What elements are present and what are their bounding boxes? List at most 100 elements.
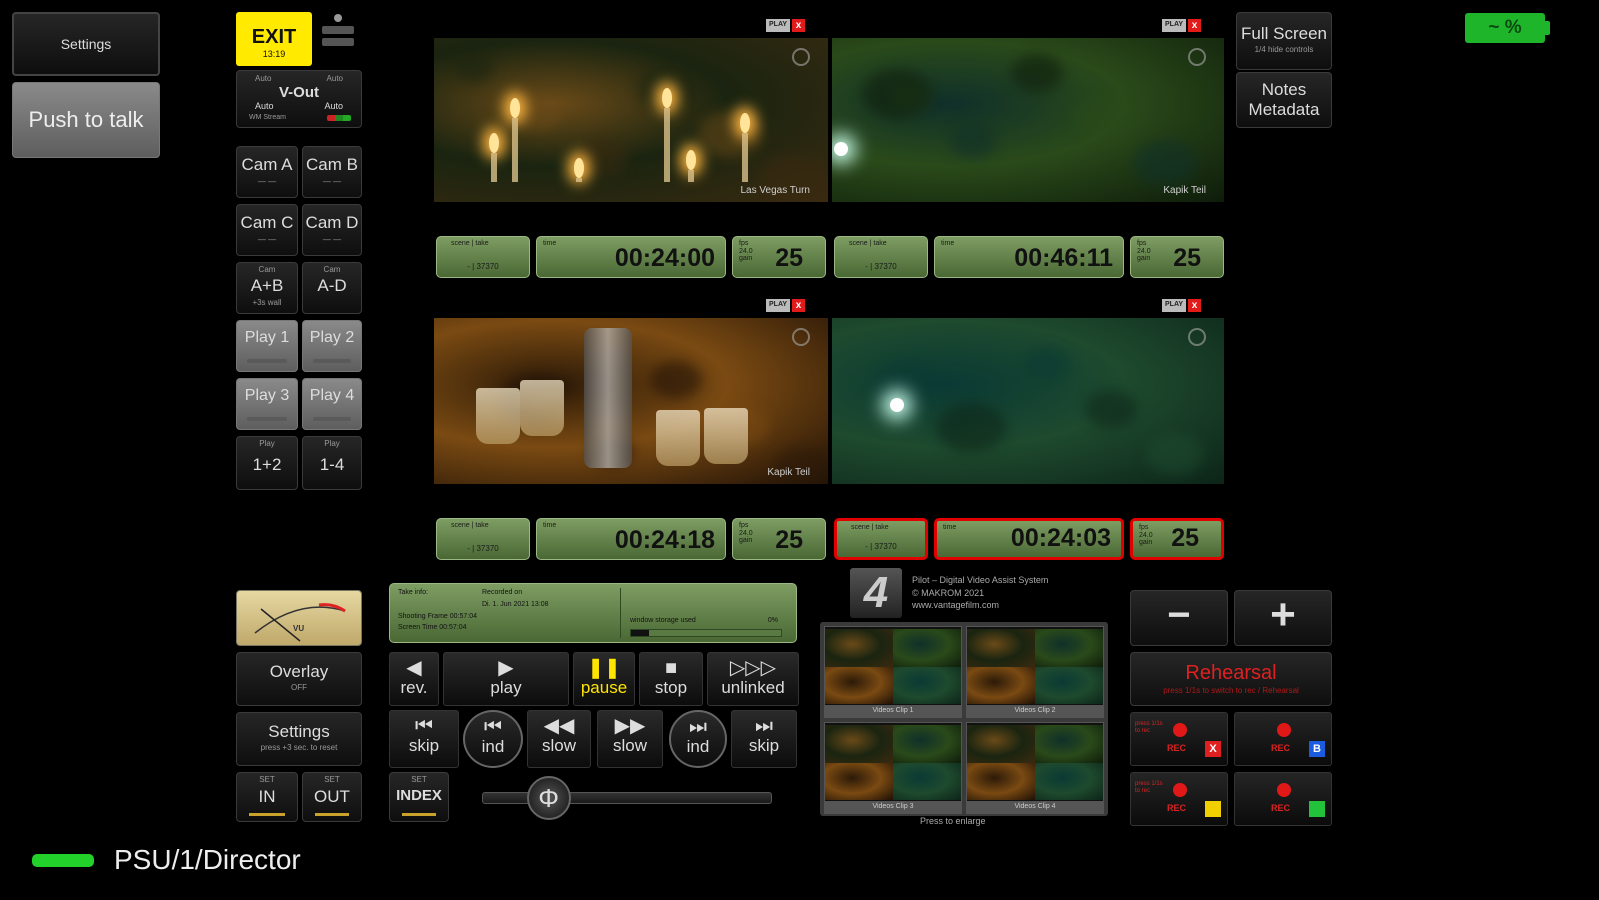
timecode-box[interactable]: time 00:24:18	[536, 518, 726, 560]
take-info-divider	[620, 588, 621, 638]
scrub-track[interactable]	[482, 792, 772, 804]
pause-button[interactable]: ❚❚ pause	[573, 652, 635, 706]
skip-back-button[interactable]: ⏮ skip	[389, 710, 459, 768]
stop-button[interactable]: ■ stop	[639, 652, 703, 706]
scene-take-box[interactable]: scene | take - | 37370	[436, 236, 530, 278]
play-2-button[interactable]: Play 2	[302, 320, 362, 372]
play-4-button[interactable]: Play 4	[302, 378, 362, 430]
v-out-button[interactable]: Auto Auto V-Out Auto Auto WM Stream	[236, 70, 362, 128]
video-play-tag[interactable]: PLAY	[766, 19, 791, 32]
settings-dot-icon	[334, 14, 342, 22]
scrub-knob[interactable]: Φ	[526, 776, 571, 820]
small-control-stack[interactable]	[316, 14, 360, 66]
lower-settings-button[interactable]: Settings press +3 sec. to reset	[236, 712, 362, 766]
skip-forward-button[interactable]: ⏭ skip	[731, 710, 797, 768]
video-feed-2[interactable]: Kapik Teil	[832, 38, 1224, 202]
timecode-box[interactable]: time 00:24:00	[536, 236, 726, 278]
video-feed-4[interactable]	[832, 318, 1224, 484]
storage-bar-fill	[631, 630, 649, 636]
fps-box[interactable]: fps 24.0 gain 25	[1130, 518, 1224, 560]
fps-box[interactable]: fps 24.0 gain 25	[732, 518, 826, 560]
rev-button[interactable]: ◀ rev.	[389, 652, 439, 706]
video-texture	[1146, 433, 1204, 475]
unlinked-icon: ▷▷▷	[729, 657, 777, 679]
close-icon[interactable]: x	[1188, 299, 1202, 312]
timecode-box[interactable]: time 00:24:03	[934, 518, 1124, 560]
cam-button-1[interactable]: Cam A — —	[236, 146, 298, 198]
candle-flame-icon	[489, 133, 499, 153]
video-play-tag[interactable]: PLAY	[766, 299, 791, 312]
zoom-in-button[interactable]: +	[1234, 590, 1332, 646]
index-button[interactable]: SET INDEX	[389, 772, 449, 822]
thumbnail-quadrant	[1035, 666, 1103, 705]
play-combo-button-1[interactable]: Play 1+2	[236, 436, 298, 490]
scene-take-box[interactable]: scene | take - | 37370	[834, 518, 928, 560]
full-screen-button[interactable]: Full Screen 1/4 hide controls	[1236, 12, 1332, 70]
thumbnail-quadrant	[893, 628, 961, 667]
video-feed-1[interactable]: Las Vegas Turn	[434, 38, 828, 202]
video-toolbar: PLAY x	[1162, 299, 1202, 312]
play-button-underline	[247, 417, 287, 421]
video-settings-icon[interactable]	[1188, 48, 1206, 66]
take-info-panel: Take info: Recorded on Di. 1. Jun 2021 1…	[389, 583, 797, 643]
exit-button[interactable]: EXIT 13:19	[236, 12, 312, 66]
play-button[interactable]: ▶ play	[443, 652, 569, 706]
video-play-tag[interactable]: PLAY	[1162, 19, 1187, 32]
cam-button-4[interactable]: Cam D — —	[302, 204, 362, 256]
record-button-1[interactable]: REC press 1/1s to rec X	[1130, 712, 1228, 766]
video-settings-icon[interactable]	[792, 48, 810, 66]
play-combo-button-2[interactable]: Play 1-4	[302, 436, 362, 490]
cam-button-5[interactable]: Cam A+B +3s wall	[236, 262, 298, 314]
index-forward-button[interactable]: ⏭ ind	[669, 710, 727, 768]
fps-box[interactable]: fps 24.0 gain 25	[1130, 236, 1224, 278]
cam-button-2[interactable]: Cam B — —	[302, 146, 362, 198]
candle-body	[512, 118, 518, 182]
close-icon[interactable]: x	[792, 299, 806, 312]
candle-flame-icon	[686, 150, 696, 170]
clip-thumbnail[interactable]: Videos Clip 3	[824, 722, 962, 814]
clip-thumbnail[interactable]: Videos Clip 2	[966, 626, 1104, 718]
fps-box[interactable]: fps 24.0 gain 25	[732, 236, 826, 278]
record-dot-icon	[1277, 783, 1291, 797]
glass-icon	[476, 388, 520, 444]
play-3-button[interactable]: Play 3	[236, 378, 298, 430]
cam-button-3[interactable]: Cam C — —	[236, 204, 298, 256]
out-button[interactable]: SET OUT	[302, 772, 362, 822]
thumbnail-quadrant	[825, 628, 893, 667]
slow-back-button[interactable]: ◀◀ slow	[527, 710, 591, 768]
notes-metadata-button[interactable]: Notes Metadata	[1236, 72, 1332, 128]
clip-thumbnail[interactable]: Videos Clip 4	[966, 722, 1104, 814]
video-texture	[576, 139, 628, 177]
play-1-button[interactable]: Play 1	[236, 320, 298, 372]
settings-button[interactable]: Settings	[12, 12, 160, 76]
thumbnail-quadrant	[893, 666, 961, 705]
thumbnail-quadrant	[1035, 724, 1103, 763]
unlinked-button[interactable]: ▷▷▷ unlinked	[707, 652, 799, 706]
record-button-4[interactable]: REC	[1234, 772, 1332, 826]
close-icon[interactable]: x	[1188, 19, 1202, 32]
record-button-2[interactable]: REC B	[1234, 712, 1332, 766]
overlay-button[interactable]: Overlay OFF	[236, 652, 362, 706]
rehearsal-button[interactable]: Rehearsal press 1/1s to switch to rec / …	[1130, 652, 1332, 706]
push-to-talk-button[interactable]: Push to talk	[12, 82, 160, 158]
close-icon[interactable]: x	[792, 19, 806, 32]
timecode-box[interactable]: time 00:46:11	[934, 236, 1124, 278]
index-back-button[interactable]: ⏮ ind	[463, 710, 523, 768]
clip-thumbnail[interactable]: Videos Clip 1	[824, 626, 962, 718]
scene-take-box[interactable]: scene | take - | 37370	[436, 518, 530, 560]
video-feed-3[interactable]: Kapik Teil	[434, 318, 828, 484]
record-button-3[interactable]: REC press 1/1s to rec	[1130, 772, 1228, 826]
video-settings-icon[interactable]	[792, 328, 810, 346]
zoom-out-button[interactable]: −	[1130, 590, 1228, 646]
video-texture	[515, 96, 561, 130]
scene-take-box[interactable]: scene | take - | 37370	[834, 236, 928, 278]
skip-forward-icon: ⏭	[755, 715, 773, 737]
slow-forward-button[interactable]: ▶▶ slow	[597, 710, 663, 768]
video-play-tag[interactable]: PLAY	[1162, 299, 1187, 312]
cam-button-6[interactable]: Cam A-D	[302, 262, 362, 314]
skip-back-icon: ⏮	[415, 715, 433, 737]
record-badge-icon	[1205, 801, 1221, 817]
video-settings-icon[interactable]	[1188, 328, 1206, 346]
video-texture	[1133, 140, 1197, 186]
in-button[interactable]: SET IN	[236, 772, 298, 822]
